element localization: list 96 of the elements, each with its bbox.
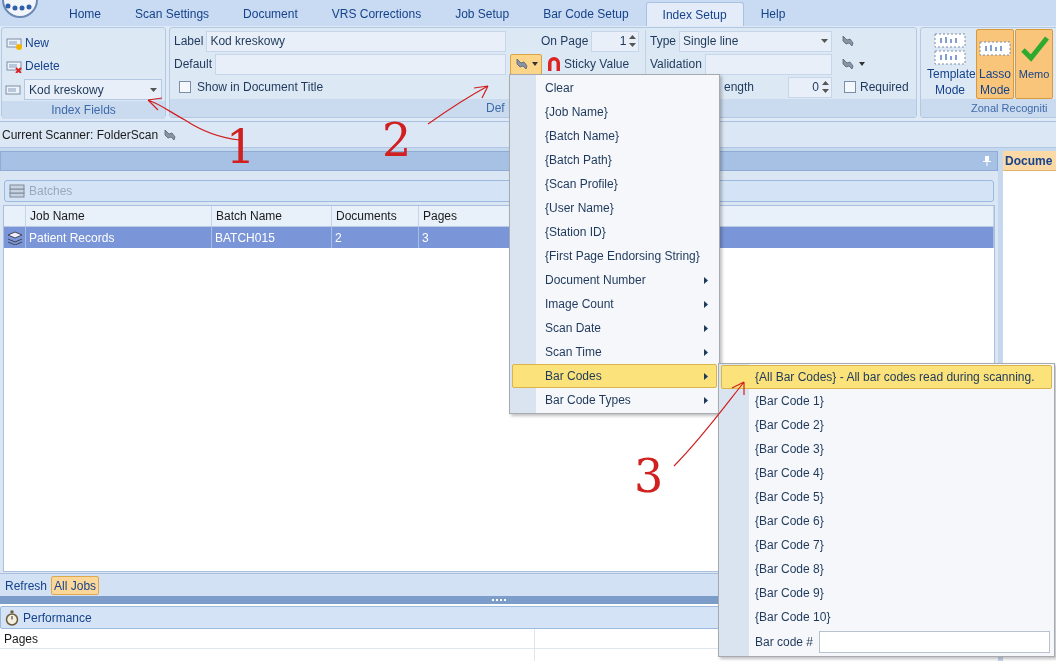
label-field[interactable]: Kod kreskowy bbox=[206, 30, 506, 52]
magnet-icon bbox=[546, 56, 562, 72]
ribbon-tab[interactable]: Help bbox=[743, 2, 803, 26]
field-label: Type bbox=[650, 33, 676, 50]
caret-icon bbox=[859, 62, 865, 66]
menu-item[interactable]: Scan Date bbox=[512, 316, 717, 340]
menu-item[interactable]: {Bar Code 1} bbox=[721, 389, 1052, 413]
menu-item[interactable]: {Batch Name} bbox=[512, 124, 717, 148]
checkbox[interactable] bbox=[179, 81, 191, 93]
ribbon-tab[interactable]: Index Setup bbox=[645, 2, 744, 26]
menu-item[interactable]: {Bar Code 9} bbox=[721, 581, 1052, 605]
checkbox-label: Required bbox=[860, 79, 909, 96]
menu-item[interactable]: {Bar Code 8} bbox=[721, 557, 1052, 581]
menu-item[interactable]: Document Number bbox=[512, 268, 717, 292]
handwritten-number: 3 bbox=[634, 453, 664, 499]
group-label: Def bbox=[486, 100, 505, 117]
delete-button[interactable]: Delete bbox=[5, 55, 162, 77]
table-cell: 2 bbox=[332, 227, 419, 248]
ribbon-tab[interactable]: VRS Corrections bbox=[314, 2, 439, 26]
panel-tab[interactable]: Docume bbox=[1003, 151, 1056, 171]
group-label: Zonal Recogniti bbox=[971, 100, 1048, 116]
field-label: ength bbox=[724, 79, 755, 96]
spin-arrows-icon bbox=[822, 81, 829, 93]
type-dropdown[interactable]: Single line bbox=[679, 30, 832, 52]
menu-item[interactable]: {Bar Code 4} bbox=[721, 461, 1052, 485]
menu-item[interactable]: {Bar Code 7} bbox=[721, 533, 1052, 557]
wrench-dropdown-button[interactable] bbox=[840, 56, 865, 72]
annotation-arrow bbox=[427, 85, 489, 125]
field-label: On Page bbox=[541, 33, 589, 50]
menu-item[interactable]: Bar Codes bbox=[512, 364, 717, 388]
menu-item[interactable]: Clear bbox=[512, 76, 717, 100]
checkbox[interactable] bbox=[844, 81, 856, 93]
page-spinner[interactable]: 1 bbox=[591, 30, 640, 52]
length-spinner[interactable]: 0 bbox=[788, 76, 832, 98]
filter-button[interactable]: All Jobs bbox=[51, 575, 100, 595]
menu-item[interactable]: {Bar Code 6} bbox=[721, 509, 1052, 533]
spin-arrows-icon bbox=[629, 35, 637, 47]
column-header[interactable]: Batch Name bbox=[212, 206, 332, 226]
menu-item[interactable]: {Batch Path} bbox=[512, 148, 717, 172]
caret-icon bbox=[821, 39, 828, 43]
handwritten-number: 2 bbox=[382, 117, 412, 163]
insert-button[interactable] bbox=[510, 53, 542, 75]
bar-code-field[interactable] bbox=[819, 631, 1050, 653]
batch-icon bbox=[6, 230, 23, 245]
batches-title: Batches bbox=[29, 183, 73, 200]
field-label: Validation bbox=[650, 56, 702, 73]
table-cell: Patient Records bbox=[26, 227, 212, 248]
filter-button[interactable]: Refresh bbox=[2, 575, 51, 595]
wrench-icon bbox=[514, 56, 530, 72]
menu-item[interactable]: {Bar Code 3} bbox=[721, 437, 1052, 461]
menu-item[interactable]: {Job Name} bbox=[512, 100, 717, 124]
column-header[interactable]: Documents bbox=[332, 206, 419, 226]
ribbon-tab[interactable]: Home bbox=[52, 2, 118, 26]
validation-field[interactable] bbox=[704, 53, 832, 75]
field-label: Default bbox=[174, 56, 213, 73]
stopwatch-icon bbox=[5, 609, 19, 626]
menu-item[interactable]: Scan Time bbox=[512, 340, 717, 364]
group-label: Index Fields bbox=[51, 102, 116, 119]
field-icon bbox=[6, 59, 24, 73]
sticky-value-button[interactable]: Sticky Value bbox=[546, 53, 630, 75]
mode-button[interactable]: Memo bbox=[1015, 29, 1053, 99]
menu-item[interactable]: Bar Code Types bbox=[512, 388, 717, 412]
wrench-icon bbox=[840, 33, 856, 49]
caret-icon bbox=[532, 62, 538, 66]
performance-title: Performance bbox=[23, 609, 92, 627]
template-icon bbox=[933, 32, 967, 66]
menu-item[interactable]: {User Name} bbox=[512, 196, 717, 220]
ribbon-tab[interactable]: Bar Code Setup bbox=[526, 2, 646, 26]
new-button[interactable]: New bbox=[5, 32, 162, 54]
pin-icon bbox=[983, 156, 991, 166]
mode-button[interactable]: Template Mode bbox=[925, 29, 975, 99]
handwritten-number: 1 bbox=[226, 124, 256, 170]
wrench-icon bbox=[840, 56, 856, 72]
column-header[interactable]: Job Name bbox=[26, 206, 212, 226]
menu-item[interactable]: {Bar Code 5} bbox=[721, 485, 1052, 509]
table-cell: Pages bbox=[0, 629, 535, 648]
checkbox-label: Show in Document Title bbox=[197, 79, 324, 96]
field-label: Label bbox=[174, 33, 204, 50]
table-cell: BATCH015 bbox=[212, 227, 332, 248]
field-icon bbox=[5, 82, 23, 97]
field-icon bbox=[6, 36, 24, 50]
default-field[interactable] bbox=[215, 53, 506, 75]
menu-item[interactable]: {Scan Profile} bbox=[512, 172, 717, 196]
menu-item[interactable]: Image Count bbox=[512, 292, 717, 316]
ribbon-tab[interactable]: Scan Settings bbox=[118, 2, 227, 26]
field-label: Bar code # bbox=[755, 634, 814, 651]
ribbon-tab[interactable]: Document bbox=[226, 2, 315, 26]
menu-item[interactable]: {All Bar Codes} - All bar codes read during scanning. bbox=[721, 365, 1052, 389]
menu-item[interactable]: {Bar Code 10} bbox=[721, 605, 1052, 629]
caret-icon bbox=[150, 87, 157, 92]
stack-icon bbox=[8, 183, 26, 199]
menu-item[interactable]: {Bar Code 2} bbox=[721, 413, 1052, 437]
field-dropdown[interactable]: Kod kreskowy bbox=[24, 79, 162, 100]
scanner-label: Current Scanner: FolderScan bbox=[2, 126, 159, 144]
ribbon-tab[interactable]: Job Setup bbox=[438, 2, 527, 26]
mode-button[interactable]: Lasso Mode bbox=[976, 29, 1014, 99]
